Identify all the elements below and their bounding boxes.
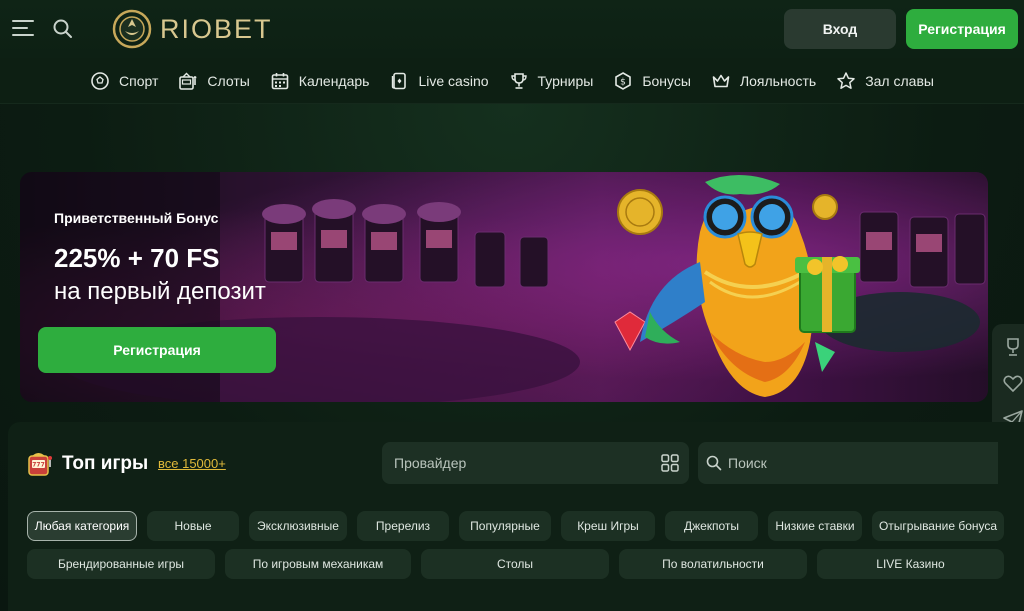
- search-icon[interactable]: [52, 18, 74, 40]
- banner-bonus-amount: 225% + 70 FS: [54, 243, 220, 273]
- category-chip-prerelease[interactable]: Пререлиз: [357, 511, 449, 541]
- main-nav: Спорт Слоты Календарь Live casino Турнир…: [0, 58, 1024, 104]
- heart-icon[interactable]: [1002, 372, 1024, 394]
- grid-icon: [661, 454, 679, 472]
- category-chip-low-stakes[interactable]: Низкие ставки: [768, 511, 862, 541]
- nav-label: Турниры: [537, 72, 594, 89]
- register-button[interactable]: Регистрация: [906, 9, 1018, 49]
- parrot-mascot-illustration: [614, 174, 860, 397]
- nav-item-tournaments[interactable]: Турниры: [509, 71, 594, 91]
- banner-subtitle: Приветственный Бонус: [54, 210, 219, 226]
- category-chip-branded[interactable]: Брендированные игры: [27, 549, 215, 579]
- slot-machine-icon: [179, 72, 197, 90]
- dollar-coin-icon: $: [615, 71, 632, 90]
- nav-item-slots[interactable]: Слоты: [178, 71, 250, 91]
- svg-text:$: $: [620, 77, 626, 87]
- provider-select[interactable]: Провайдер: [382, 442, 689, 484]
- nav-item-live-casino[interactable]: Live casino: [389, 71, 489, 91]
- logo[interactable]: RIOBET: [112, 8, 273, 50]
- search-icon: [706, 455, 722, 471]
- nav-label: Календарь: [298, 72, 370, 89]
- slot-machine-icon: 777: [28, 453, 52, 476]
- provider-placeholder: Провайдер: [394, 455, 467, 471]
- category-chip-popular[interactable]: Популярные: [459, 511, 551, 541]
- category-chip-any[interactable]: Любая категория: [27, 511, 137, 541]
- all-games-link[interactable]: все 15000+: [158, 456, 226, 471]
- nav-label: Лояльность: [739, 72, 817, 89]
- nav-label: Live casino: [418, 72, 489, 89]
- logo-emblem-icon: [112, 9, 152, 49]
- nav-label: Спорт: [119, 72, 159, 89]
- login-button[interactable]: Вход: [784, 9, 896, 49]
- games-search-input[interactable]: [728, 455, 968, 471]
- nav-label: Слоты: [207, 72, 250, 89]
- nav-item-loyalty[interactable]: Лояльность: [711, 71, 816, 91]
- top-bar: RIOBET Вход Регистрация: [0, 0, 1024, 58]
- nav-label: Бонусы: [642, 72, 691, 89]
- nav-item-calendar[interactable]: Календарь: [270, 71, 370, 91]
- games-header: 777 Топ игры: [26, 450, 148, 478]
- cards-icon: [392, 72, 407, 89]
- category-chip-volatility[interactable]: По волатильности: [619, 549, 807, 579]
- logo-text: RIOBET: [160, 13, 273, 44]
- category-chip-tables[interactable]: Столы: [421, 549, 609, 579]
- nav-item-bonuses[interactable]: $ Бонусы: [613, 71, 691, 91]
- category-chip-live-casino[interactable]: LIVE Казино: [817, 549, 1004, 579]
- svg-text:777: 777: [32, 462, 45, 469]
- menu-icon[interactable]: [12, 20, 34, 36]
- category-chip-exclusive[interactable]: Эксклюзивные: [249, 511, 347, 541]
- category-chip-new[interactable]: Новые: [147, 511, 239, 541]
- banner-register-button[interactable]: Регистрация: [38, 327, 276, 373]
- star-icon: [837, 71, 855, 89]
- games-search-box[interactable]: [698, 442, 998, 484]
- trophy-icon[interactable]: [1002, 336, 1024, 358]
- nav-label: Зал славы: [865, 72, 934, 89]
- category-chip-crash[interactable]: Креш Игры: [561, 511, 655, 541]
- nav-item-sport[interactable]: Спорт: [90, 71, 158, 91]
- soccer-ball-icon: [91, 71, 109, 90]
- promo-banner[interactable]: Приветственный Бонус 225% + 70 FS на пер…: [20, 172, 988, 402]
- calendar-icon: [271, 72, 289, 89]
- games-title: Топ игры: [62, 453, 149, 474]
- category-chip-bonus-wagering[interactable]: Отыгрывание бонуса: [872, 511, 1004, 541]
- crown-icon: [712, 74, 730, 87]
- category-chip-jackpots[interactable]: Джекпоты: [665, 511, 758, 541]
- category-chip-mechanics[interactable]: По игровым механикам: [225, 549, 411, 579]
- banner-description: на первый депозит: [54, 278, 266, 305]
- trophy-icon: [510, 72, 527, 89]
- nav-item-hall-of-fame[interactable]: Зал славы: [836, 71, 934, 91]
